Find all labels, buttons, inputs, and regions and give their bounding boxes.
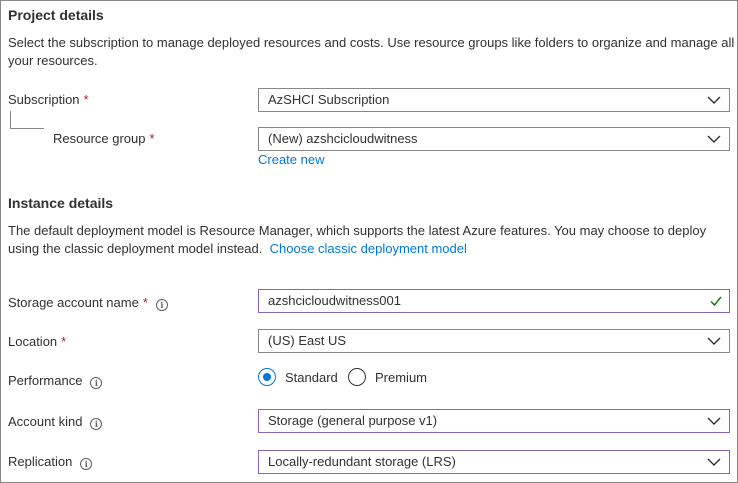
create-new-link[interactable]: Create new: [258, 152, 324, 167]
performance-premium-label[interactable]: Premium: [375, 370, 427, 385]
chevron-down-icon: [707, 96, 721, 104]
info-icon[interactable]: i: [90, 418, 103, 430]
chevron-down-icon: [707, 417, 721, 425]
subscription-dropdown[interactable]: AzSHCI Subscription: [258, 88, 730, 112]
location-label: Location *: [8, 334, 67, 349]
resource-group-dropdown[interactable]: (New) azshcicloudwitness: [258, 127, 730, 151]
performance-premium-radio[interactable]: [348, 368, 366, 386]
required-mark: *: [149, 131, 155, 146]
required-mark: *: [61, 334, 67, 349]
resource-group-value: (New) azshcicloudwitness: [268, 131, 418, 146]
chevron-down-icon: [707, 458, 721, 466]
info-icon[interactable]: i: [90, 377, 103, 389]
account-kind-label: Account kind i: [8, 414, 103, 430]
replication-dropdown[interactable]: Locally-redundant storage (LRS): [258, 450, 730, 474]
info-icon[interactable]: i: [80, 458, 93, 470]
performance-label: Performance i: [8, 373, 103, 389]
instance-details-heading: Instance details: [8, 195, 114, 211]
replication-value: Locally-redundant storage (LRS): [268, 454, 456, 469]
project-details-heading: Project details: [8, 7, 104, 23]
performance-standard-label[interactable]: Standard: [285, 370, 338, 385]
location-value: (US) East US: [268, 333, 347, 348]
choose-classic-deployment-link[interactable]: Choose classic deployment model: [270, 241, 467, 256]
project-details-description: Select the subscription to manage deploy…: [8, 35, 735, 68]
checkmark-icon: [710, 296, 722, 307]
account-kind-value: Storage (general purpose v1): [268, 413, 438, 428]
info-icon[interactable]: i: [155, 299, 168, 311]
location-dropdown[interactable]: (US) East US: [258, 329, 730, 353]
chevron-down-icon: [707, 337, 721, 345]
resource-group-label: Resource group *: [53, 131, 155, 146]
required-mark: *: [142, 295, 148, 310]
subscription-value: AzSHCI Subscription: [268, 92, 390, 107]
chevron-down-icon: [707, 135, 721, 143]
storage-account-name-label: Storage account name * i: [8, 295, 168, 311]
instance-details-description: The default deployment model is Resource…: [8, 223, 707, 256]
tree-connector: [10, 111, 44, 129]
required-mark: *: [83, 92, 89, 107]
performance-standard-radio[interactable]: [258, 368, 276, 386]
storage-account-name-input[interactable]: azshcicloudwitness001: [258, 289, 730, 313]
storage-account-name-value: azshcicloudwitness001: [268, 293, 401, 308]
account-kind-dropdown[interactable]: Storage (general purpose v1): [258, 409, 730, 433]
replication-label: Replication i: [8, 454, 93, 470]
subscription-label: Subscription *: [8, 92, 89, 107]
